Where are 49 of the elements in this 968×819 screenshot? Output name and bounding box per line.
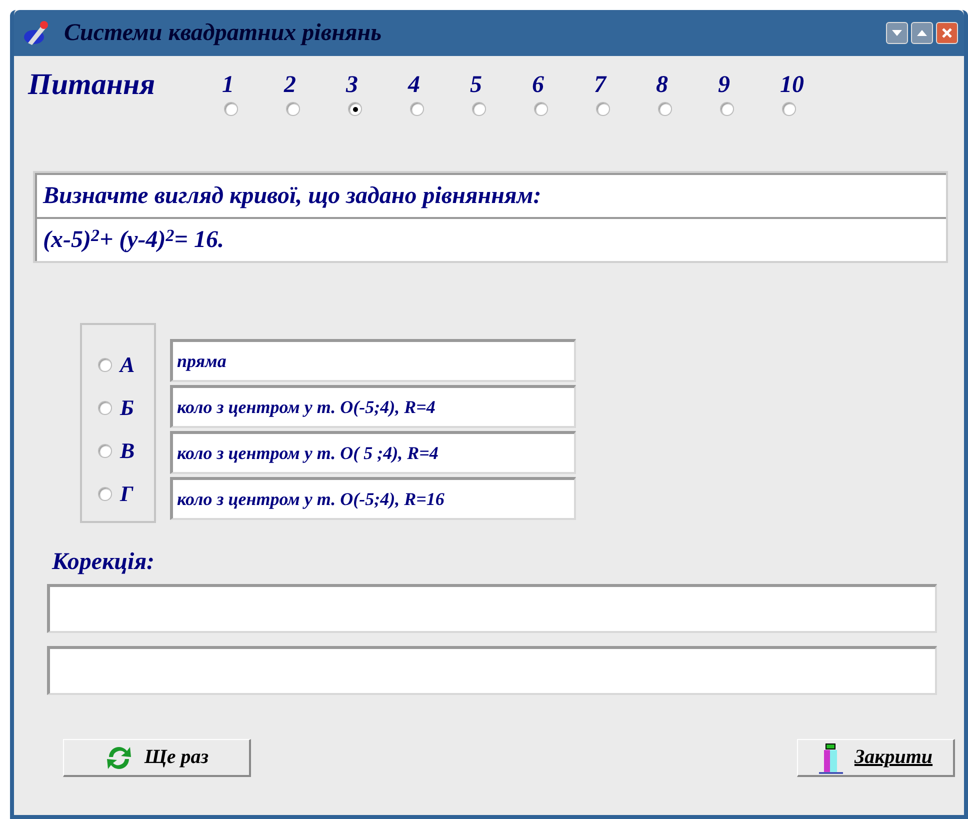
questions-label: Питання	[28, 68, 156, 102]
close-icon	[942, 28, 952, 38]
answer-letter: А	[120, 352, 135, 378]
question-number: 4	[408, 71, 420, 100]
radio-button[interactable]	[720, 102, 734, 116]
question-number: 8	[656, 71, 668, 100]
radio-button[interactable]	[286, 102, 300, 116]
correction-field[interactable]	[47, 584, 937, 633]
question-number: 6	[532, 71, 544, 100]
answer-letter: В	[120, 438, 135, 464]
question-text: (x-5)$^{2}$+ (y-4)$^{2}$= 16.	[35, 217, 946, 261]
radio-button[interactable]	[98, 400, 112, 414]
radio-button[interactable]	[224, 102, 238, 116]
radio-button[interactable]	[98, 358, 112, 372]
answer-field: коло з центром у т. O(-5;4), R=4	[170, 385, 576, 428]
question-number: 9	[718, 71, 730, 100]
app-icon	[22, 19, 50, 47]
radio-button[interactable]	[596, 102, 610, 116]
minimize-button[interactable]	[886, 22, 908, 44]
question-number: 5	[470, 71, 482, 100]
question-number: 7	[594, 71, 606, 100]
retry-button[interactable]: Ще раз	[63, 739, 251, 777]
close-button[interactable]	[936, 22, 958, 44]
question-number: 2	[284, 71, 296, 100]
close-app-button[interactable]: Закрити	[797, 739, 955, 777]
radio-button[interactable]	[534, 102, 548, 116]
radio-button[interactable]	[98, 444, 112, 458]
answer-field: коло з центром у т. O(-5;4), R=16	[170, 477, 576, 520]
radio-button[interactable]	[782, 102, 796, 116]
correction-field[interactable]	[47, 646, 937, 695]
question-text: Визначте вигляд кривої, що задано рівнянням:	[35, 173, 946, 217]
radio-button[interactable]	[348, 102, 362, 116]
question-number: 1	[222, 71, 234, 100]
radio-button[interactable]	[98, 486, 112, 500]
question-number: 3	[346, 71, 358, 100]
question-number: 10	[780, 71, 804, 100]
answer-field: пряма	[170, 339, 576, 382]
answer-letter: Б	[120, 394, 134, 420]
maximize-icon	[917, 30, 927, 36]
radio-button[interactable]	[472, 102, 486, 116]
correction-label: Корекція:	[52, 549, 156, 576]
minimize-icon	[892, 30, 902, 36]
answer-letter: Г	[120, 480, 134, 506]
radio-button[interactable]	[410, 102, 424, 116]
window-title: Системи квадратних рівнянь	[64, 20, 383, 46]
door-icon	[818, 742, 844, 774]
answer-field: коло з центром у т. O( 5 ;4), R=4	[170, 431, 576, 474]
maximize-button[interactable]	[911, 22, 933, 44]
radio-button[interactable]	[658, 102, 672, 116]
